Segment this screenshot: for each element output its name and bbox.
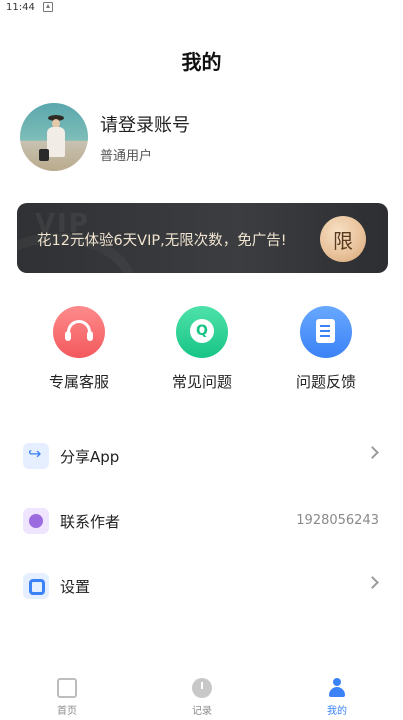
menu-item-label: 设置 [60,578,91,596]
feedback-button[interactable] [300,306,352,358]
tab-home[interactable]: 首页 [32,678,102,717]
customer-service-button[interactable] [53,306,105,358]
menu-item-label: 分享App [60,448,120,466]
quick-action-feedback[interactable]: 问题反馈 [276,306,376,392]
user-type: 普通用户 [100,149,153,164]
avatar-figure-body [47,127,65,157]
share-icon [23,443,49,469]
contact-icon [23,508,49,534]
quick-action-label: 问题反馈 [295,373,356,391]
chevron-right-icon [366,446,379,459]
status-bar: 11:44 [0,0,403,14]
tab-mine[interactable]: 我的 [302,678,372,717]
status-time: 11:44 [6,1,35,13]
quick-actions: 专属客服 Q 常见问题 问题反馈 [0,306,403,396]
tab-label: 记录 [192,706,212,717]
quick-action-faq[interactable]: Q 常见问题 [152,306,252,392]
headset-icon [65,320,93,341]
profile-card[interactable]: 请登录账号 普通用户 [20,103,380,173]
tab-label: 我的 [327,706,347,717]
vip-banner-text: 花12元体验6天VIP,无限次数，免广告! [37,233,287,249]
quick-action-label: 常见问题 [171,373,232,391]
question-bubble-icon: Q [190,319,214,343]
page-title: 我的 [181,50,222,74]
vip-banner[interactable]: VIP 花12元体验6天VIP,无限次数，免广告! 限 [17,203,388,273]
menu-item-settings[interactable]: 设置 [23,572,383,602]
menu-item-share-app[interactable]: 分享App [23,442,383,472]
home-icon [57,678,77,698]
tab-label: 首页 [57,706,77,717]
user-icon [327,678,347,698]
avatar[interactable] [20,103,88,171]
menu-item-contact-author[interactable]: 联系作者 1928056243 [23,507,383,537]
quick-action-label: 专属客服 [48,373,109,391]
tab-records[interactable]: 记录 [167,678,237,717]
settings-icon [23,573,49,599]
avatar-figure-bag [39,149,49,161]
feedback-document-icon [316,319,335,343]
quick-action-customer-service[interactable]: 专属客服 [29,306,129,392]
bottom-tab-bar: 首页 记录 我的 [0,664,403,720]
chevron-right-icon [366,576,379,589]
login-prompt[interactable]: 请登录账号 [100,111,190,137]
contact-number: 1928056243 [296,513,379,528]
faq-button[interactable]: Q [176,306,228,358]
sim-icon [42,2,53,12]
limited-badge[interactable]: 限 [320,216,366,262]
menu-item-label: 联系作者 [60,513,121,531]
clock-icon [192,678,212,698]
